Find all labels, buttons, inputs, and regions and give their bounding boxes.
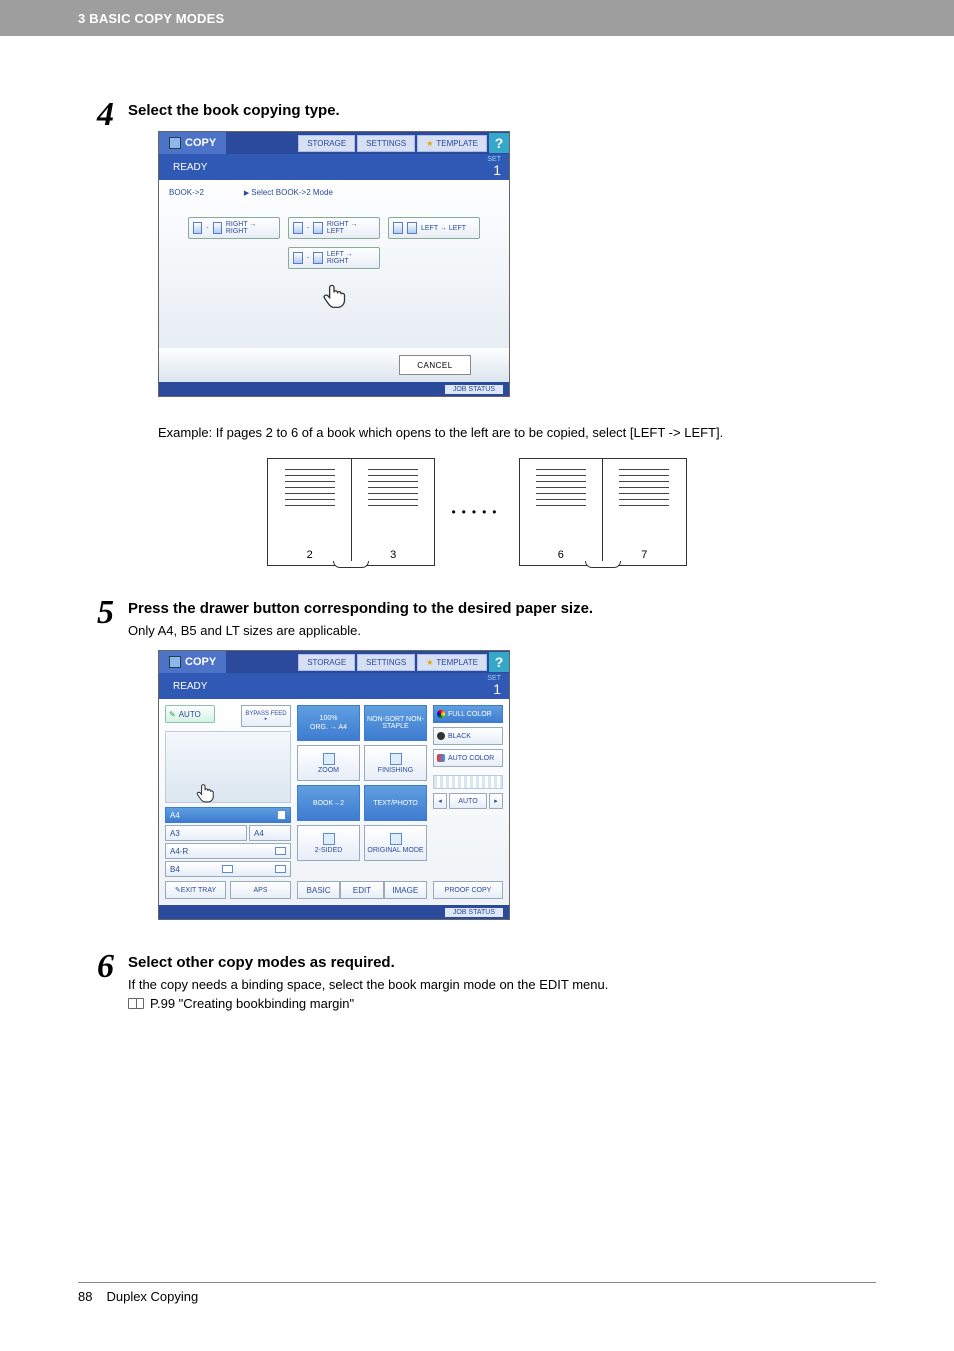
auto-color-icon: [437, 754, 445, 762]
hand-cursor-icon: [320, 282, 348, 312]
step-4: 4 Select the book copying type. COPY STO…: [78, 96, 876, 415]
step-5-sub: Only A4, B5 and LT sizes are applicable.: [128, 623, 876, 638]
aps-button[interactable]: APS: [230, 881, 291, 899]
density-slider[interactable]: [433, 775, 503, 789]
template-button[interactable]: ★TEMPLATE: [417, 654, 487, 671]
set-counter: SET 1: [487, 675, 501, 696]
drawer-a4r[interactable]: A4-R: [165, 843, 291, 859]
step-6-number: 6: [78, 948, 114, 984]
textphoto-indicator[interactable]: TEXT/PHOTO: [364, 785, 427, 821]
duplex-icon: [323, 833, 335, 845]
storage-button[interactable]: STORAGE: [298, 654, 355, 671]
manual-ref-icon: [128, 998, 144, 1009]
copy-icon: [169, 137, 181, 149]
job-status-button[interactable]: JOB STATUS: [445, 385, 503, 394]
drawer-a3[interactable]: A3: [165, 825, 247, 841]
ellipsis-icon: •••••: [451, 505, 502, 519]
black-dot-icon: [437, 732, 445, 740]
drawer-b4[interactable]: B4: [165, 861, 291, 877]
step-6-title: Select other copy modes as required.: [128, 954, 876, 971]
prompt-label: ▶Select BOOK->2 Mode: [244, 188, 333, 197]
copy-icon: [169, 656, 181, 668]
step-6-sub: If the copy needs a binding space, selec…: [128, 977, 876, 992]
help-button[interactable]: ?: [489, 652, 509, 672]
job-status-button[interactable]: JOB STATUS: [445, 908, 503, 917]
color-wheel-icon: [437, 710, 445, 718]
step-6-ref: P.99 "Creating bookbinding margin": [128, 996, 876, 1011]
screen-toolbar: COPY STORAGE SETTINGS ★TEMPLATE ?: [159, 132, 509, 154]
edit-tab[interactable]: EDIT: [340, 881, 383, 899]
right-left-button[interactable]: -RIGHT → LEFT: [288, 217, 380, 239]
section-header: 3 BASIC COPY MODES: [0, 0, 954, 36]
density-minus-button[interactable]: ◂: [433, 793, 447, 809]
page-footer: 88 Duplex Copying: [78, 1282, 876, 1304]
drawer-a4-alt[interactable]: A4: [249, 825, 291, 841]
original-mode-button[interactable]: ORIGINAL MODE: [364, 825, 427, 861]
footer-title: Duplex Copying: [106, 1289, 198, 1304]
set-counter: SET 1: [487, 156, 501, 177]
density-plus-button[interactable]: ▸: [489, 793, 503, 809]
black-button[interactable]: BLACK: [433, 727, 503, 745]
auto-color-button[interactable]: AUTO COLOR: [433, 749, 503, 767]
exit-tray-button[interactable]: ✎ EXIT TRAY: [165, 881, 226, 899]
settings-button[interactable]: SETTINGS: [357, 654, 415, 671]
left-right-button[interactable]: -LEFT → RIGHT: [288, 247, 380, 269]
section-title: 3 BASIC COPY MODES: [78, 11, 224, 26]
right-right-button[interactable]: -RIGHT → RIGHT: [188, 217, 280, 239]
mode-label: BOOK->2: [169, 188, 204, 197]
density-auto-button[interactable]: AUTO: [449, 793, 487, 809]
drawer-a4[interactable]: A4: [165, 807, 291, 823]
help-button[interactable]: ?: [489, 133, 509, 153]
screenshot-main-copy: COPY STORAGE SETTINGS ★TEMPLATE ? READY …: [158, 650, 510, 920]
template-button[interactable]: ★TEMPLATE: [417, 135, 487, 152]
zoom-button[interactable]: ZOOM: [297, 745, 360, 781]
step-4-title: Select the book copying type.: [128, 102, 876, 119]
hand-cursor-icon: [194, 782, 216, 806]
zoom-icon: [323, 753, 335, 765]
proof-copy-button[interactable]: PROOF COPY: [433, 881, 503, 899]
2sided-button[interactable]: 2-SIDED: [297, 825, 360, 861]
step-4-number: 4: [78, 96, 114, 132]
spread-right: 6 7: [519, 458, 687, 566]
ready-label: READY: [173, 681, 207, 692]
zoom-indicator[interactable]: 100%ORG. → A4: [297, 705, 360, 741]
star-icon: ★: [426, 139, 433, 148]
sort-indicator[interactable]: NON-SORT NON-STAPLE: [364, 705, 427, 741]
status-bar: READY SET 1: [159, 154, 509, 180]
example-text: Example: If pages 2 to 6 of a book which…: [158, 425, 876, 440]
page-number: 88: [78, 1289, 92, 1304]
copy-tab[interactable]: COPY: [159, 651, 226, 673]
step-5: 5 Press the drawer button corresponding …: [78, 594, 876, 938]
printer-diagram: [165, 731, 291, 803]
original-icon: [390, 833, 402, 845]
auto-orig-button[interactable]: ✎AUTO: [165, 705, 215, 723]
copy-tab[interactable]: COPY: [159, 132, 226, 154]
book2-indicator[interactable]: BOOK→2: [297, 785, 360, 821]
spread-left: 2 3: [267, 458, 435, 566]
cancel-button[interactable]: CANCEL: [399, 355, 471, 375]
book-spread-diagram: 2 3 ••••• 6 7: [78, 458, 876, 566]
ready-label: READY: [173, 162, 207, 173]
step-6: 6 Select other copy modes as required. I…: [78, 948, 876, 1011]
step-5-number: 5: [78, 594, 114, 630]
screenshot-book-mode: COPY STORAGE SETTINGS ★TEMPLATE ? READY …: [158, 131, 510, 397]
settings-button[interactable]: SETTINGS: [357, 135, 415, 152]
bypass-feed-button[interactable]: BYPASS FEED▸: [241, 705, 291, 727]
basic-tab[interactable]: BASIC: [297, 881, 340, 899]
left-left-button[interactable]: LEFT → LEFT: [388, 217, 480, 239]
finishing-icon: [390, 753, 402, 765]
step-5-title: Press the drawer button corresponding to…: [128, 600, 876, 617]
storage-button[interactable]: STORAGE: [298, 135, 355, 152]
finishing-button[interactable]: FINISHING: [364, 745, 427, 781]
full-color-button[interactable]: FULL COLOR: [433, 705, 503, 723]
star-icon: ★: [426, 658, 433, 667]
image-tab[interactable]: IMAGE: [384, 881, 427, 899]
